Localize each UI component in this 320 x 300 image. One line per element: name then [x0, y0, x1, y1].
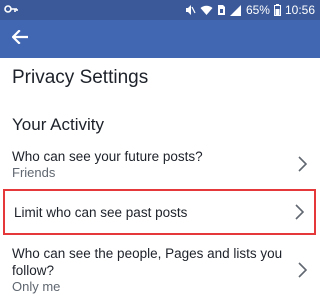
- status-left: [4, 3, 18, 17]
- row-value: Only me: [12, 279, 61, 294]
- section-title: Your Activity: [12, 115, 104, 134]
- sim-icon: [217, 4, 226, 16]
- row-title: Limit who can see past posts: [14, 204, 188, 220]
- row-title: Who can see your future posts?: [12, 148, 203, 164]
- row-title: Who can see the people, Pages and lists …: [12, 246, 283, 278]
- app-bar: [0, 20, 320, 58]
- wifi-icon: [200, 5, 213, 16]
- row-limit-past-posts[interactable]: Limit who can see past posts: [3, 189, 316, 235]
- back-arrow-icon[interactable]: [11, 28, 29, 49]
- page-title: Privacy Settings: [12, 67, 149, 88]
- chevron-right-icon: [296, 260, 308, 280]
- chevron-right-icon: [293, 202, 305, 222]
- mute-icon: [184, 4, 196, 16]
- row-text: Limit who can see past posts: [14, 204, 293, 221]
- status-right: 65% 10:56: [184, 4, 315, 16]
- key-icon: [4, 3, 18, 17]
- battery-percent: 65%: [245, 3, 270, 17]
- row-text: Who can see the people, Pages and lists …: [12, 245, 296, 295]
- status-bar: 65% 10:56: [0, 0, 320, 20]
- row-value: Friends: [12, 164, 56, 180]
- battery-icon: [273, 4, 281, 16]
- clock-time: 10:56: [284, 3, 315, 17]
- row-following-visibility[interactable]: Who can see the people, Pages and lists …: [0, 245, 320, 295]
- row-future-posts[interactable]: Who can see your future posts? Friends: [0, 144, 320, 184]
- signal-icon: [229, 4, 242, 16]
- row-text: Who can see your future posts? Friends: [12, 148, 296, 181]
- chevron-right-icon: [296, 154, 308, 174]
